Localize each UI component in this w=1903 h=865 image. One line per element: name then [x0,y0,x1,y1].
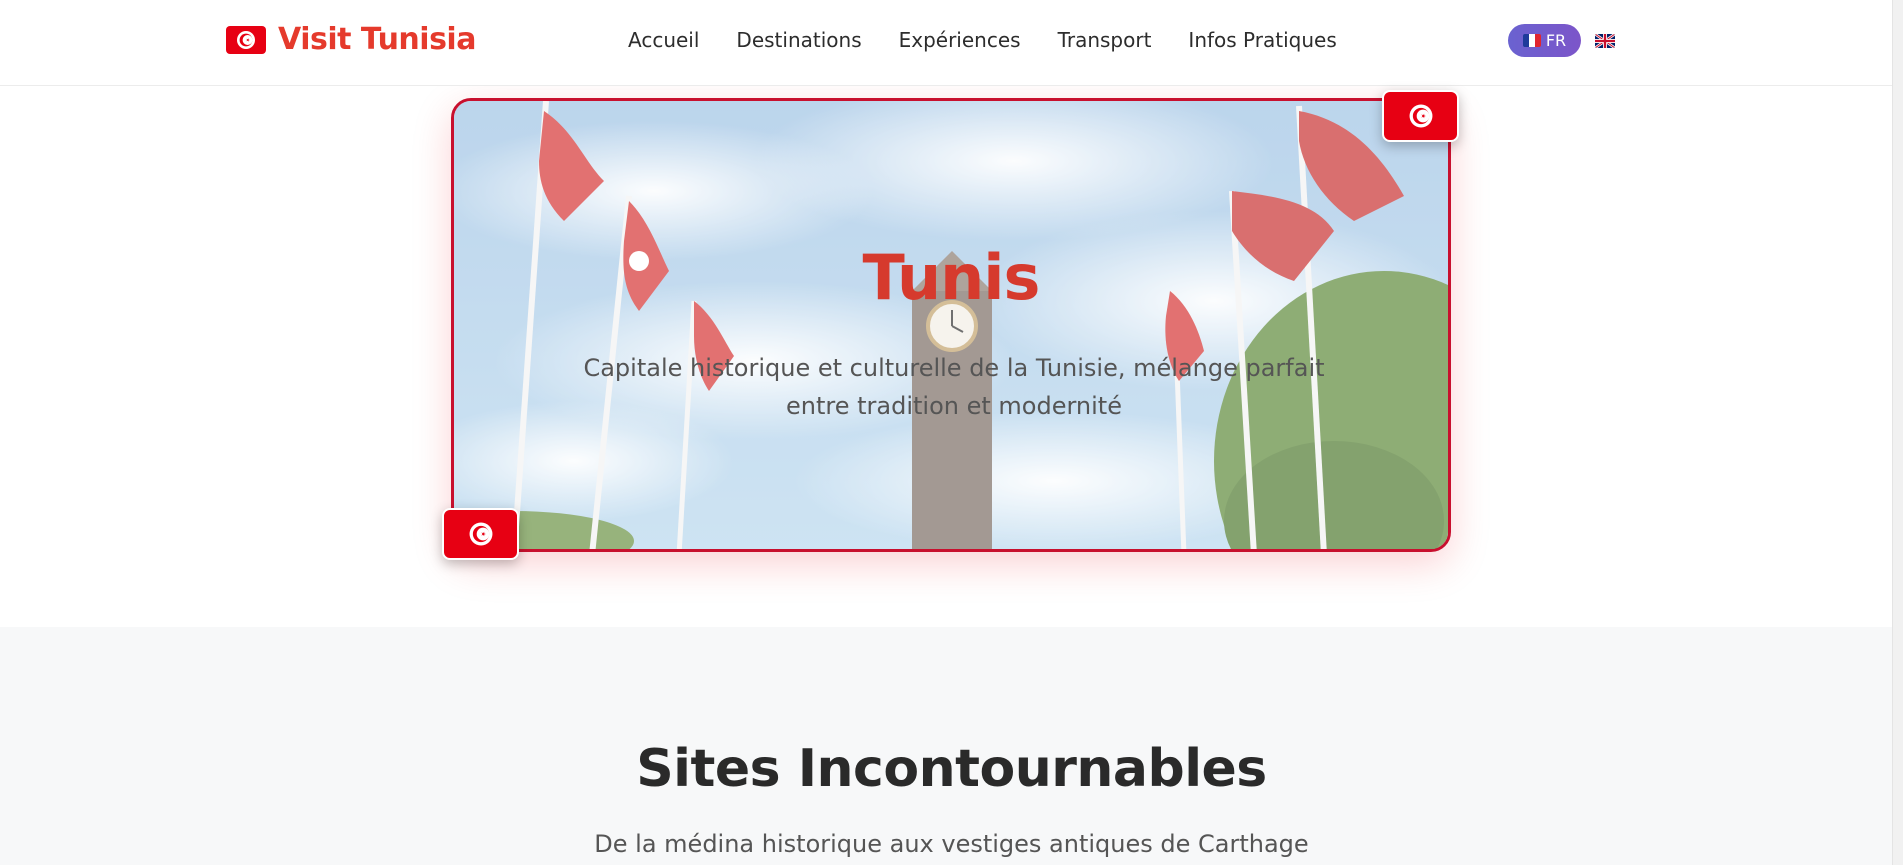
main-nav: Accueil Destinations Expériences Transpo… [628,28,1374,52]
section-subtitle: De la médina historique aux vestiges ant… [594,830,1309,858]
nav-item-experiences[interactable]: Expériences [899,28,1021,52]
section-title: Sites Incontournables [636,739,1267,799]
nav-item-destinations[interactable]: Destinations [736,28,861,52]
language-fr-label: FR [1545,31,1567,50]
nav-item-transport[interactable]: Transport [1058,28,1152,52]
brand-name: Visit Tunisia [278,22,476,57]
language-switcher: FR [1508,24,1615,57]
tunisia-flag-icon [469,522,492,546]
page-scrollbar[interactable] [1892,0,1903,865]
tunisia-flag-badge-top [1382,90,1459,142]
hero-card: Tunis Capitale historique et culturelle … [451,98,1451,552]
france-flag-icon [1522,34,1541,47]
hero-title: Tunis [862,241,1041,314]
hero-subtitle: Capitale historique et culturelle de la … [583,354,1325,420]
tunisia-flag-icon [226,25,266,54]
nav-item-accueil[interactable]: Accueil [628,28,699,52]
nav-item-infos-pratiques[interactable]: Infos Pratiques [1188,28,1336,52]
sites-section: Sites Incontournables De la médina histo… [0,627,1903,865]
tunisia-flag-badge-bottom [442,508,519,560]
site-header: Visit Tunisia Accueil Destinations Expér… [0,0,1903,86]
language-fr-button[interactable]: FR [1508,24,1581,57]
uk-flag-icon[interactable] [1595,33,1615,48]
brand-logo[interactable]: Visit Tunisia [226,22,476,57]
tunisia-flag-icon [1409,104,1432,128]
hero-overlay [454,101,1448,549]
